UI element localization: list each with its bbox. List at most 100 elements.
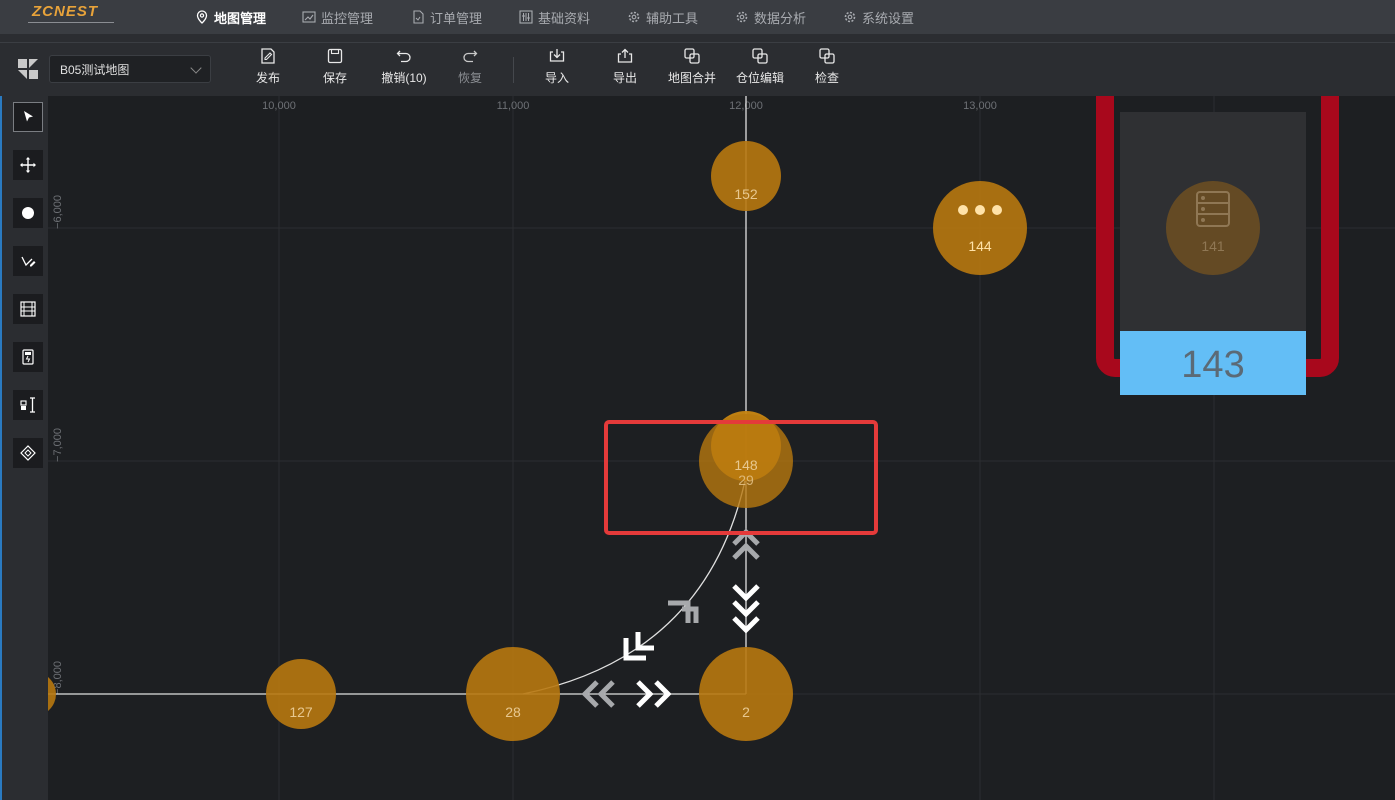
gear-icon — [628, 11, 640, 23]
svg-text:148: 148 — [734, 457, 758, 473]
svg-text:152: 152 — [734, 186, 758, 202]
app-logo: ZCNEST — [32, 3, 98, 20]
svg-text:127: 127 — [289, 704, 313, 720]
map-node-2[interactable]: 2 — [699, 647, 793, 741]
redo-label: 恢复 — [457, 71, 482, 85]
x-tick-label: 11,000 — [497, 100, 530, 112]
x-tick-label: 10,000 — [262, 100, 296, 112]
top-navigation: ZCNEST 地图管理 监控管理 订单管理 基础资料 辅助工具 数据分析 系统设… — [0, 0, 1395, 34]
check-button[interactable]: 检查 — [811, 47, 843, 93]
nav-item-data-analysis[interactable]: 数据分析 — [735, 0, 806, 34]
export-button[interactable]: 导出 — [609, 47, 641, 93]
check-label: 检查 — [814, 71, 839, 85]
x-tick-label: 13,000 — [963, 100, 997, 112]
publish-label: 发布 — [255, 71, 280, 85]
select-tool[interactable] — [13, 102, 43, 132]
cursor-arrow-icon — [24, 111, 33, 122]
toolbar-divider — [513, 57, 514, 83]
editor-toolbar: B05测试地图 发布 保存 撤销(10) 恢复 导入 导出 地图合并 仓位编辑 … — [0, 42, 1395, 96]
gear-icon — [844, 11, 856, 23]
y-tick-label: −7,000 — [52, 428, 64, 462]
tool-sidebar — [0, 96, 48, 800]
nav-item-label: 基础资料 — [538, 10, 591, 26]
map-node-127[interactable]: 127 — [266, 659, 336, 729]
nav-item-basic-data[interactable]: 基础资料 — [519, 0, 590, 34]
workstation-icon — [20, 397, 35, 413]
map-pin-icon — [196, 10, 208, 24]
document-icon — [413, 10, 424, 24]
area-tool[interactable] — [13, 438, 43, 468]
merge-icon — [752, 48, 768, 64]
gear-icon — [736, 11, 748, 23]
pen-icon — [21, 256, 36, 267]
logo-underline — [28, 22, 114, 23]
workstation-tool[interactable] — [13, 390, 43, 420]
svg-text:29: 29 — [738, 472, 754, 488]
map-node-28[interactable]: 28 — [466, 647, 560, 741]
nav-item-label: 辅助工具 — [646, 10, 699, 26]
map-select-dropdown[interactable]: B05测试地图 — [49, 55, 211, 83]
sliders-icon — [519, 10, 533, 24]
y-tick-label: −6,000 — [52, 195, 64, 229]
map-node-148[interactable]: 148 29 — [699, 414, 793, 508]
save-label: 保存 — [322, 71, 347, 85]
merge-icon — [684, 48, 700, 64]
nav-item-system-settings[interactable]: 系统设置 — [843, 0, 914, 34]
nav-item-aux-tools[interactable]: 辅助工具 — [627, 0, 698, 34]
nav-item-label: 订单管理 — [430, 10, 483, 26]
nav-item-label: 地图管理 — [214, 10, 267, 26]
dot-icon — [22, 207, 34, 219]
map-node-152[interactable]: 152 — [711, 141, 781, 211]
paths[interactable] — [48, 96, 747, 695]
map-canvas[interactable]: 10,000 11,000 12,000 13,000 −6,000 −7,00… — [48, 96, 1395, 800]
map-merge-label: 地图合并 — [667, 71, 716, 85]
import-label: 导入 — [544, 71, 569, 85]
export-icon — [617, 48, 633, 63]
move-tool[interactable] — [13, 150, 43, 180]
publish-button[interactable]: 发布 — [252, 47, 284, 93]
map-editor-logo-icon — [18, 59, 38, 79]
nav-item-map-management[interactable]: 地图管理 — [195, 0, 266, 34]
monitor-chart-icon — [302, 11, 316, 23]
nav-item-monitor-management[interactable]: 监控管理 — [302, 0, 373, 34]
undo-label: 撤销(10) — [381, 71, 427, 85]
node-tool[interactable] — [13, 198, 43, 228]
charger-tool[interactable] — [13, 342, 43, 372]
bin-edit-button[interactable]: 仓位编辑 — [733, 47, 787, 93]
bin-edit-label: 仓位编辑 — [735, 71, 784, 85]
move-arrows-icon — [20, 157, 36, 173]
nav-item-order-management[interactable]: 订单管理 — [411, 0, 482, 34]
map-svg[interactable]: 10,000 11,000 12,000 13,000 −6,000 −7,00… — [48, 96, 1395, 800]
path-tool[interactable] — [13, 246, 43, 276]
undo-button[interactable]: 撤销(10) — [376, 47, 432, 93]
svg-text:2: 2 — [742, 704, 750, 720]
map-merge-button[interactable]: 地图合并 — [665, 47, 719, 93]
charger-icon — [22, 349, 34, 365]
map-node-144[interactable]: 144 — [933, 181, 1027, 275]
nav-item-label: 监控管理 — [321, 10, 374, 26]
redo-icon — [463, 50, 478, 63]
svg-text:144: 144 — [968, 238, 992, 254]
export-label: 导出 — [612, 71, 637, 85]
import-button[interactable]: 导入 — [541, 47, 573, 93]
nav-spacer — [0, 34, 1395, 42]
area-icon — [20, 445, 36, 461]
map-select-value: B05测试地图 — [60, 62, 130, 77]
merge-icon — [819, 48, 835, 64]
more-dots-icon — [958, 205, 968, 215]
chevron-down-icon — [190, 62, 202, 74]
svg-text:28: 28 — [505, 704, 521, 720]
shelf-icon — [20, 301, 36, 317]
map-node-141[interactable]: 141 — [1166, 181, 1260, 275]
save-icon — [327, 48, 343, 64]
shelf-tool[interactable] — [13, 294, 43, 324]
redo-button[interactable]: 恢复 — [454, 47, 486, 93]
import-icon — [549, 49, 565, 62]
nav-item-label: 数据分析 — [754, 10, 807, 26]
publish-icon — [261, 48, 275, 64]
undo-icon — [396, 50, 411, 63]
nav-item-label: 系统设置 — [862, 10, 915, 26]
svg-text:141: 141 — [1201, 238, 1225, 254]
shelf-label: 143 — [1181, 344, 1244, 386]
save-button[interactable]: 保存 — [319, 47, 351, 93]
